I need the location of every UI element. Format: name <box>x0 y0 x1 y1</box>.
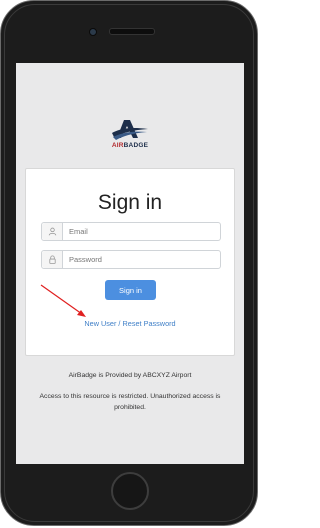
airbadge-logo: AIRBADGE <box>111 118 149 152</box>
logo-wordmark: AIRBADGE <box>111 142 149 149</box>
logo-word-air: AIR <box>111 142 124 149</box>
earpiece-speaker <box>109 28 155 35</box>
phone-frame: AIRBADGE Sign in Email Sign in New User … <box>0 0 258 526</box>
signin-card: Sign in Sign <box>25 168 235 356</box>
user-icon <box>42 223 63 240</box>
logo-word-badge: BADGE <box>123 142 149 149</box>
page-title: Sign in <box>97 191 163 214</box>
password-field <box>41 250 221 269</box>
email-field <box>41 222 221 241</box>
airbadge-logo-mark <box>112 120 148 140</box>
access-restriction-notice: Access to this resource is restricted. U… <box>39 393 221 411</box>
provider-notice: AirBadge is Provided by ABCXYZ Airport <box>68 372 192 379</box>
reset-password-link[interactable]: New User / Reset Password <box>26 319 234 328</box>
home-button[interactable] <box>111 472 149 510</box>
lock-icon <box>42 251 63 268</box>
password-input[interactable] <box>63 251 220 268</box>
front-camera <box>89 28 97 36</box>
email-input[interactable] <box>63 223 220 240</box>
phone-screen: AIRBADGE Sign in Email Sign in New User … <box>16 63 244 464</box>
signin-button[interactable]: Sign in <box>105 280 156 300</box>
